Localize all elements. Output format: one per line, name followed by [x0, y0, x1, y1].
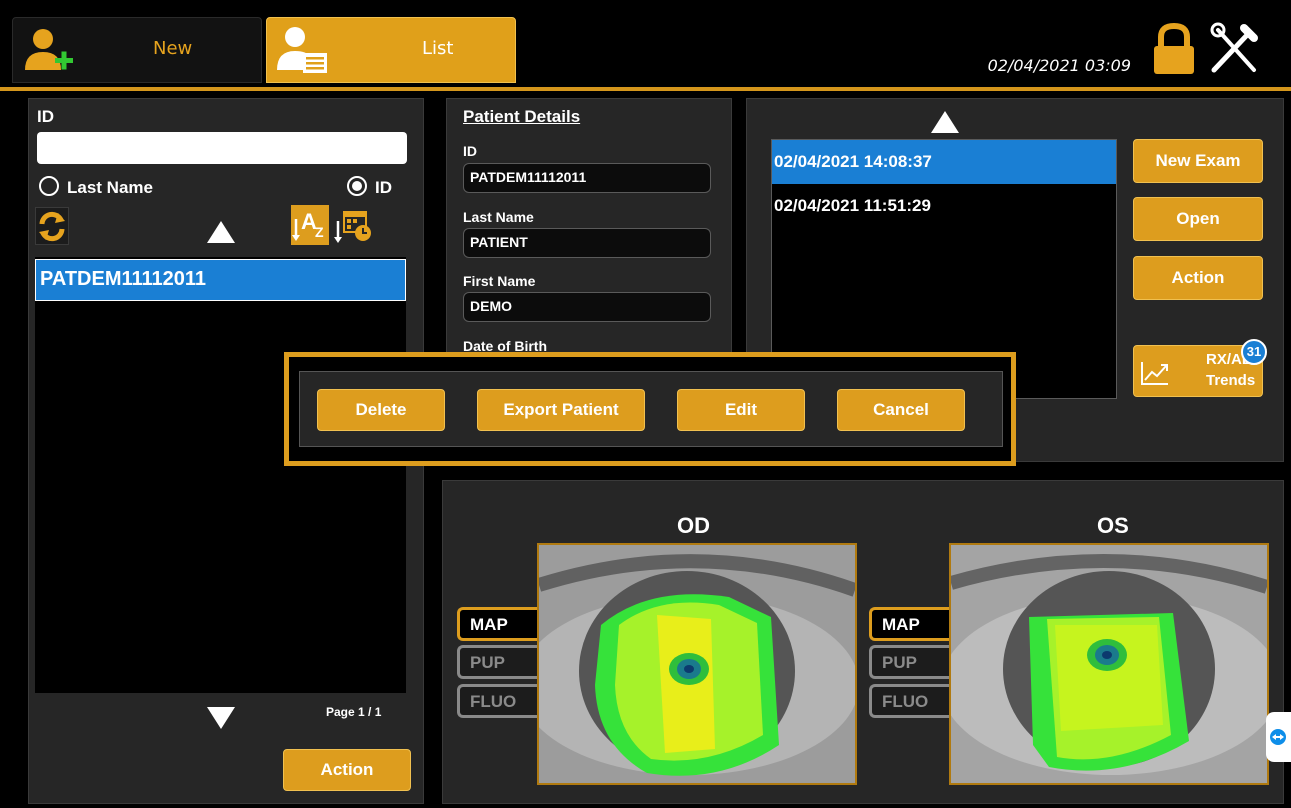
scroll-up-arrow[interactable] — [207, 221, 235, 243]
patient-details-panel: Patient Details ID PATDEM11112011 Last N… — [446, 98, 732, 360]
tab-new-label: New — [153, 38, 193, 59]
os-pup-button[interactable]: PUP — [869, 645, 953, 679]
od-topography-image[interactable] — [537, 543, 857, 785]
patient-action-popup: Delete Export Patient Edit Cancel — [284, 352, 1016, 466]
od-pup-button[interactable]: PUP — [457, 645, 541, 679]
od-fluo-button[interactable]: FLUO — [457, 684, 541, 718]
tab-list-label: List — [422, 38, 454, 59]
export-patient-button[interactable]: Export Patient — [477, 389, 645, 431]
header-divider — [0, 87, 1291, 91]
os-fluo-button[interactable]: FLUO — [869, 684, 953, 718]
patient-list-icon — [277, 27, 327, 73]
exam-list-item[interactable]: 02/04/2021 14:08:37 — [772, 140, 1116, 184]
od-map-button[interactable]: MAP — [457, 607, 541, 641]
radio-id[interactable] — [347, 176, 367, 196]
os-eye-map — [951, 545, 1267, 783]
exam-action-button[interactable]: Action — [1133, 256, 1263, 300]
detail-last-name-field[interactable]: PATIENT — [463, 228, 711, 258]
svg-text:Z: Z — [315, 224, 324, 240]
new-exam-button[interactable]: New Exam — [1133, 139, 1263, 183]
edit-button[interactable]: Edit — [677, 389, 805, 431]
tab-list[interactable]: List — [266, 17, 516, 83]
detail-id-field[interactable]: PATDEM11112011 — [463, 163, 711, 193]
eye-images-panel: OD OS MAP PUP FLUO MAP PUP FLUO — [442, 480, 1284, 804]
os-title: OS — [1097, 513, 1129, 538]
exam-list-item-text: 02/04/2021 11:51:29 — [774, 196, 931, 215]
od-eye-map — [539, 545, 855, 783]
os-map-button[interactable]: MAP — [869, 607, 953, 641]
od-title: OD — [677, 513, 710, 538]
radio-last-name-label: Last Name — [67, 178, 153, 197]
tools-icon[interactable] — [1208, 22, 1260, 76]
teamviewer-tab[interactable] — [1266, 712, 1291, 762]
scroll-down-arrow[interactable] — [207, 707, 235, 729]
list-item-text: PATDEM11112011 — [40, 268, 207, 290]
sort-date-icon — [334, 211, 371, 243]
exam-list-item[interactable]: 02/04/2021 11:51:29 — [772, 184, 1116, 226]
id-search-label: ID — [37, 107, 54, 126]
patient-details-title: Patient Details — [463, 107, 581, 126]
detail-first-name-field[interactable]: DEMO — [463, 292, 711, 322]
teamviewer-icon — [1270, 729, 1286, 745]
tab-new[interactable]: New — [12, 17, 262, 83]
cancel-button[interactable]: Cancel — [837, 389, 965, 431]
radio-last-name[interactable] — [39, 176, 59, 196]
detail-first-name-label: First Name — [463, 273, 536, 289]
delete-button[interactable]: Delete — [317, 389, 445, 431]
sort-az-icon: A Z — [292, 209, 324, 241]
open-exam-button[interactable]: Open — [1133, 197, 1263, 241]
refresh-button[interactable] — [35, 207, 69, 245]
detail-last-name-label: Last Name — [463, 209, 534, 225]
trends-label-line2: Trends — [1206, 372, 1256, 389]
datetime-display: 02/04/2021 03:09 — [987, 56, 1131, 75]
detail-id-label: ID — [463, 143, 477, 159]
trends-chart-icon — [1141, 362, 1168, 385]
radio-id-label: ID — [375, 178, 392, 197]
sort-date-button[interactable] — [333, 205, 373, 245]
exam-list-item-text: 02/04/2021 14:08:37 — [774, 152, 932, 171]
os-topography-image[interactable] — [949, 543, 1269, 785]
patient-list: PATDEM11112011 — [35, 257, 406, 693]
add-user-icon — [25, 29, 73, 70]
sort-az-button[interactable]: A Z — [291, 205, 329, 245]
page-indicator: Page 1 / 1 — [326, 705, 382, 719]
refresh-icon — [39, 211, 65, 242]
list-item[interactable]: PATDEM11112011 — [35, 259, 406, 301]
exam-scroll-up-arrow[interactable] — [931, 111, 959, 133]
id-search-input[interactable] — [37, 132, 407, 164]
trends-count-badge: 31 — [1241, 339, 1267, 365]
patient-action-button[interactable]: Action — [283, 749, 411, 791]
lock-icon[interactable] — [1150, 22, 1198, 76]
